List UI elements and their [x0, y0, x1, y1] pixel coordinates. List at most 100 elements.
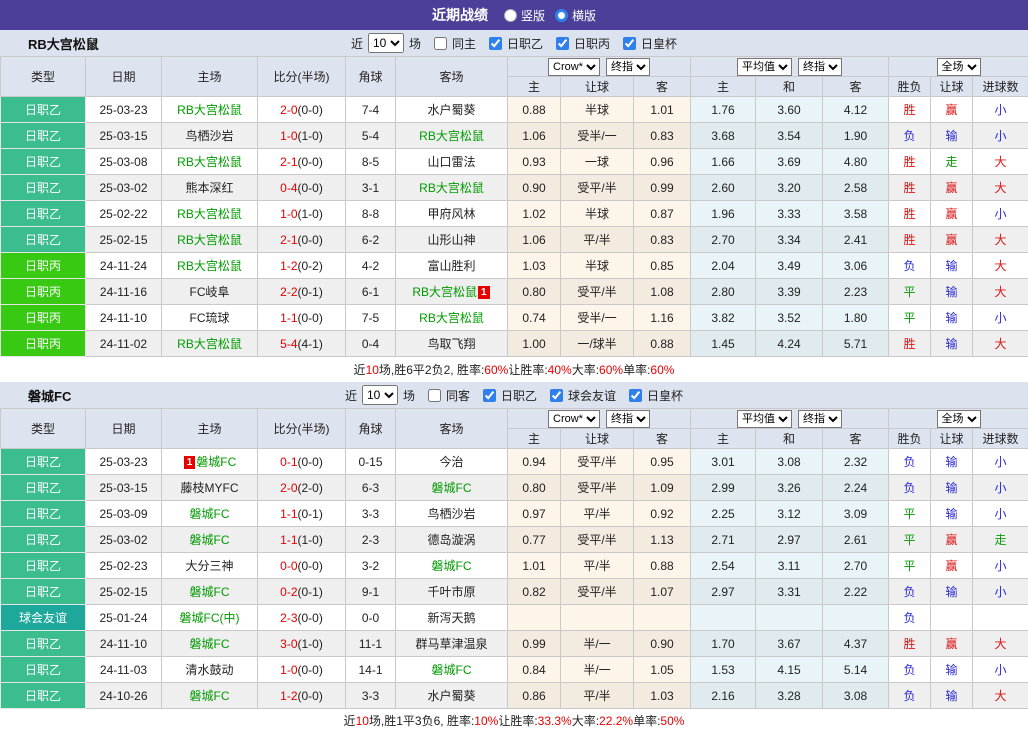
same-venue-checkbox[interactable] — [428, 389, 441, 402]
handicap-outcome: 输 — [931, 475, 973, 501]
summary-segment: 让胜率: — [508, 361, 547, 378]
avg-home-odds: 2.80 — [691, 279, 756, 305]
league-label-friendly: 球会友谊 — [568, 387, 616, 404]
away-team: 甲府风林 — [396, 201, 508, 227]
corner-score: 3-1 — [346, 175, 396, 201]
avg-away-odds: 2.24 — [823, 475, 889, 501]
team-name-text: 磐城FC — [432, 481, 472, 495]
odds-stage-select[interactable]: 终指 — [606, 58, 650, 76]
halftime-score: (0-0) — [298, 689, 323, 703]
team-name-text: 磐城FC — [190, 507, 230, 521]
handicap-line — [561, 605, 634, 631]
avg-select[interactable]: 平均值 — [737, 58, 792, 76]
away-team: 磐城FC — [396, 657, 508, 683]
crow-home-odds: 0.93 — [508, 149, 561, 175]
col-away: 客场 — [396, 409, 508, 449]
league-badge: 日职丙 — [1, 279, 86, 305]
crow-home-odds — [508, 605, 561, 631]
league-badge: 日职乙 — [1, 553, 86, 579]
corner-score: 6-1 — [346, 279, 396, 305]
match-score: 1-2(0-2) — [258, 253, 346, 279]
odds-provider-select[interactable]: Crow* — [548, 410, 600, 428]
avg-draw-odds: 3.28 — [756, 683, 823, 709]
summary-segment: 40% — [548, 363, 572, 377]
scope-group-header: 全场 — [889, 409, 1028, 429]
corner-score: 0-0 — [346, 605, 396, 631]
col-avg-draw: 和 — [756, 77, 823, 97]
halftime-score: (0-0) — [298, 455, 323, 469]
avg-home-odds: 2.04 — [691, 253, 756, 279]
match-score: 0-2(0-1) — [258, 579, 346, 605]
away-team: 鸟取飞翔 — [396, 331, 508, 357]
col-date: 日期 — [86, 409, 162, 449]
avg-stage-select[interactable]: 终指 — [798, 58, 842, 76]
crow-away-odds: 0.88 — [634, 331, 691, 357]
league-checkbox-cup[interactable] — [629, 389, 642, 402]
league-checkbox-cup[interactable] — [623, 37, 636, 50]
avg-home-odds: 1.45 — [691, 331, 756, 357]
avg-select[interactable]: 平均值 — [737, 410, 792, 428]
league-badge: 日职乙 — [1, 201, 86, 227]
fulltime-score: 1-1 — [280, 533, 297, 547]
league-checkbox-j3[interactable] — [556, 37, 569, 50]
radio-vertical-layout[interactable]: 竖版 — [504, 7, 545, 24]
radio-unchecked-icon[interactable] — [504, 9, 517, 22]
result-outcome: 平 — [889, 279, 931, 305]
goals-outcome: 小 — [973, 97, 1028, 123]
recent-count-select[interactable]: 10 — [368, 33, 404, 53]
radio-checked-icon[interactable] — [555, 9, 568, 22]
corner-score: 4-2 — [346, 253, 396, 279]
recent-count-select[interactable]: 10 — [362, 385, 398, 405]
col-handicap-result: 让球 — [931, 77, 973, 97]
fulltime-score: 0-4 — [280, 181, 297, 195]
league-badge: 日职乙 — [1, 657, 86, 683]
crow-home-odds: 1.06 — [508, 227, 561, 253]
league-badge: 日职乙 — [1, 149, 86, 175]
match-row: 日职乙25-03-09磐城FC1-1(0-1)3-3鸟栖沙岩0.97平/半0.9… — [1, 501, 1028, 527]
goals-outcome — [973, 605, 1028, 631]
result-outcome: 负 — [889, 123, 931, 149]
halftime-score: (4-1) — [298, 337, 323, 351]
avg-draw-odds: 3.11 — [756, 553, 823, 579]
fulltime-score: 2-3 — [280, 611, 297, 625]
odds-provider-select[interactable]: Crow* — [548, 58, 600, 76]
match-date: 25-02-15 — [86, 227, 162, 253]
crow-home-odds: 0.97 — [508, 501, 561, 527]
odds-stage-select[interactable]: 终指 — [606, 410, 650, 428]
col-score: 比分(半场) — [258, 57, 346, 97]
league-checkbox-j2[interactable] — [489, 37, 502, 50]
avg-stage-select[interactable]: 终指 — [798, 410, 842, 428]
handicap-line: 受平/半 — [561, 527, 634, 553]
summary-segment: 10 — [366, 363, 379, 377]
handicap-outcome: 输 — [931, 501, 973, 527]
goals-outcome: 大 — [973, 279, 1028, 305]
red-card-badge: 1 — [184, 456, 196, 469]
avg-away-odds: 2.58 — [823, 175, 889, 201]
match-row: 日职乙25-03-02磐城FC1-1(1-0)2-3德岛漩涡0.77受平/半1.… — [1, 527, 1028, 553]
match-row: 日职乙25-03-231磐城FC0-1(0-0)0-15今治0.94受平/半0.… — [1, 449, 1028, 475]
scope-select[interactable]: 全场 — [937, 58, 981, 76]
avg-draw-odds: 2.97 — [756, 527, 823, 553]
league-checkbox-j2[interactable] — [483, 389, 496, 402]
col-type: 类型 — [1, 409, 86, 449]
league-checkbox-friendly[interactable] — [550, 389, 563, 402]
away-team: 磐城FC — [396, 553, 508, 579]
crow-home-odds: 0.99 — [508, 631, 561, 657]
home-team: 鸟栖沙岩 — [162, 123, 258, 149]
fulltime-score: 2-2 — [280, 285, 297, 299]
league-badge: 日职乙 — [1, 475, 86, 501]
same-venue-checkbox[interactable] — [434, 37, 447, 50]
crow-away-odds: 0.87 — [634, 201, 691, 227]
radio-horizontal-layout[interactable]: 横版 — [555, 7, 596, 24]
corner-score: 7-5 — [346, 305, 396, 331]
avg-draw-odds: 3.26 — [756, 475, 823, 501]
match-date: 25-03-08 — [86, 149, 162, 175]
odds-group-header: Crow* 终指 — [508, 409, 691, 429]
team-name-text: 磐城FC — [432, 663, 472, 677]
halftime-score: (0-1) — [298, 507, 323, 521]
match-date: 24-11-03 — [86, 657, 162, 683]
home-team: 1磐城FC — [162, 449, 258, 475]
scope-select[interactable]: 全场 — [937, 410, 981, 428]
away-team: RB大宫松鼠 — [396, 123, 508, 149]
handicap-outcome: 输 — [931, 253, 973, 279]
